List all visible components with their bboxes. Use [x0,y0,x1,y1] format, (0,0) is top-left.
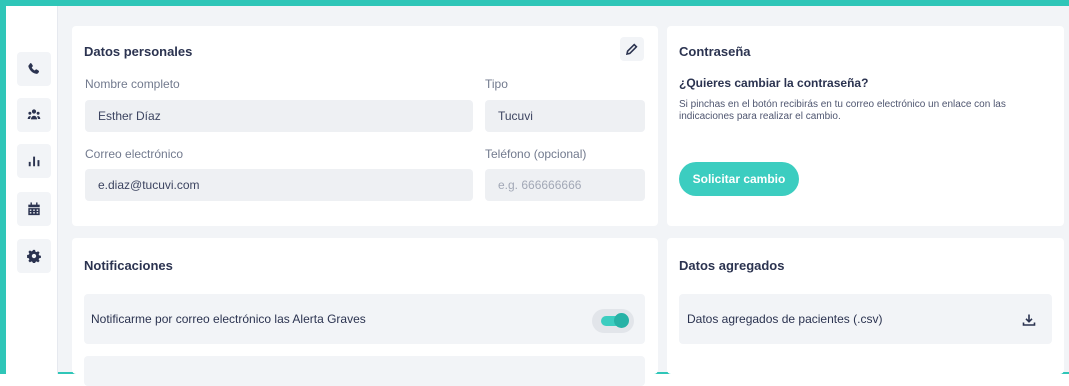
password-question: ¿Quieres cambiar la contraseña? [679,76,868,90]
email-field[interactable]: e.diaz@tucuvi.com [85,169,473,201]
download-icon [1022,313,1036,327]
calendar-icon [27,202,41,216]
sidebar-item-calls[interactable] [17,52,51,86]
aggregated-download-label: Datos agregados de pacientes (.csv) [687,312,882,326]
users-icon [27,108,41,122]
severe-alerts-email-toggle[interactable] [592,309,634,333]
notifications-card: Notificaciones Notificarme por correo el… [72,238,658,374]
bar-chart-icon [27,154,41,168]
password-title: Contraseña [679,44,751,59]
download-button[interactable] [1022,313,1036,332]
pencil-icon [626,43,638,55]
gear-icon [27,249,41,263]
notification-row-label: Notificarme por correo electrónico las A… [91,312,366,326]
password-description: Si pinchas en el botón recibirás en tu c… [679,99,1039,123]
email-label: Correo electrónico [85,147,183,161]
edit-button[interactable] [620,37,644,61]
password-card: Contraseña ¿Quieres cambiar la contraseñ… [667,26,1064,226]
notifications-title: Notificaciones [84,258,173,273]
type-label: Tipo [485,77,508,91]
phone-label: Teléfono (opcional) [485,147,586,161]
aggregated-download-row[interactable]: Datos agregados de pacientes (.csv) [679,294,1052,344]
sidebar-item-settings[interactable] [17,239,51,273]
notification-row-next [84,356,645,386]
toggle-knob [614,313,629,328]
full-name-label: Nombre completo [85,77,180,91]
request-change-button[interactable]: Solicitar cambio [679,162,799,196]
personal-data-title: Datos personales [84,44,192,59]
sidebar-item-calendar[interactable] [17,192,51,226]
phone-icon [27,62,41,76]
aggregated-data-title: Datos agregados [679,258,784,273]
sidebar [6,6,58,374]
personal-data-card: Datos personales Nombre completo Esther … [72,26,658,226]
sidebar-item-patients[interactable] [17,98,51,132]
notification-row: Notificarme por correo electrónico las A… [84,294,645,344]
phone-field[interactable]: e.g. 666666666 [485,169,645,201]
type-field[interactable]: Tucuvi [485,100,645,132]
full-name-field[interactable]: Esther Díaz [85,100,473,132]
aggregated-data-card: Datos agregados Datos agregados de pacie… [667,238,1064,374]
sidebar-item-statistics[interactable] [17,144,51,178]
